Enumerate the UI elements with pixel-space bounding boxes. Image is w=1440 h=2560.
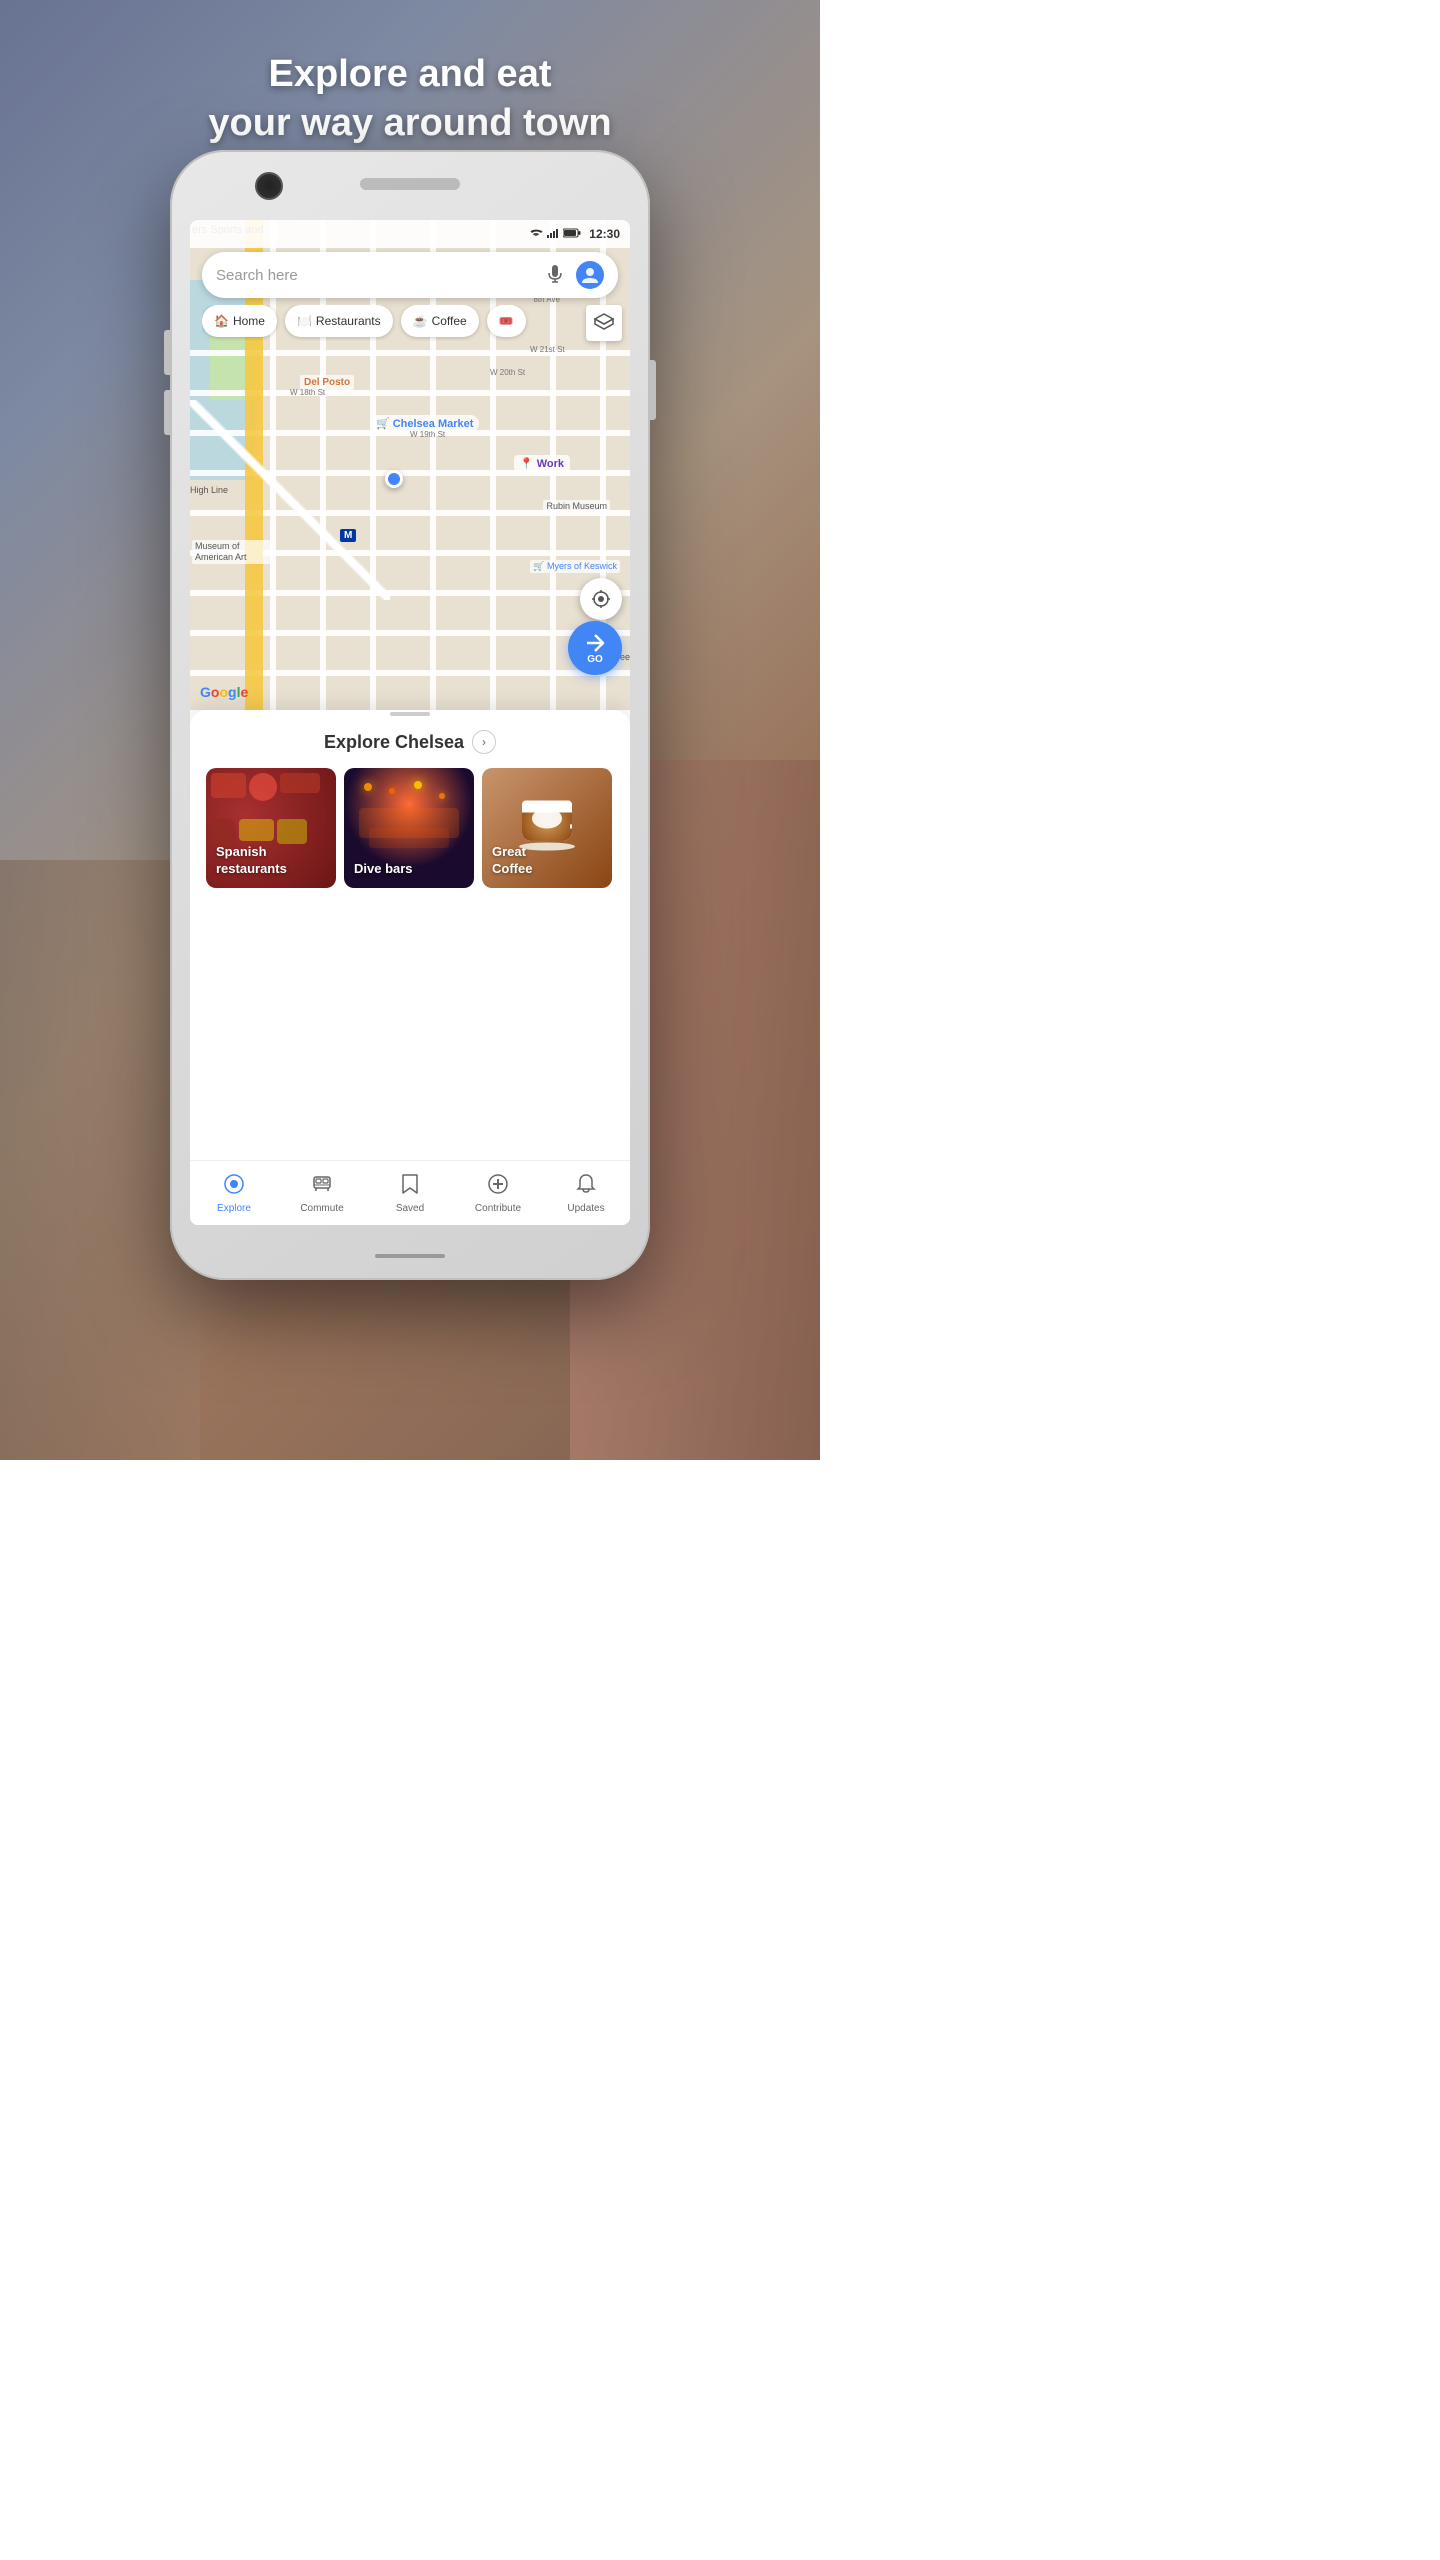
map-label-work: 📍 Work — [514, 455, 570, 472]
user-location-marker — [385, 470, 403, 488]
coffee-chip-label: Coffee — [432, 314, 467, 328]
user-avatar[interactable] — [576, 261, 604, 289]
chip-other[interactable]: 🎟️ — [487, 305, 526, 337]
nav-saved[interactable]: Saved — [366, 1173, 454, 1214]
my-location-button[interactable] — [580, 578, 622, 620]
nav-contribute[interactable]: Contribute — [454, 1173, 542, 1214]
saved-nav-icon — [400, 1173, 420, 1200]
map-label-w18: W 18th St — [290, 388, 325, 397]
phone-power — [650, 360, 656, 420]
phone-speaker — [360, 178, 460, 190]
map-label-myers: 🛒 Myers of Keswick — [530, 560, 620, 573]
search-bar[interactable]: Search here — [202, 252, 618, 298]
bottom-panel: Explore Chelsea › — [190, 710, 630, 1225]
explore-nav-label: Explore — [217, 1203, 251, 1214]
wifi-icon — [529, 228, 543, 241]
explore-header: Explore Chelsea › — [206, 730, 614, 754]
battery-icon — [563, 228, 581, 241]
saved-nav-label: Saved — [396, 1203, 424, 1214]
google-logo: Google — [200, 684, 248, 700]
hero-title-line1: Explore and eat — [269, 53, 552, 95]
updates-nav-icon — [576, 1173, 596, 1200]
map-label-rubin: Rubin Museum — [543, 500, 610, 512]
bottom-navigation: Explore — [190, 1160, 630, 1225]
phone-wrapper: Del Posto 🛒 Chelsea Market 📍 Work Rubin … — [170, 150, 650, 1280]
home-chip-label: Home — [233, 314, 265, 328]
nav-commute[interactable]: Commute — [278, 1173, 366, 1214]
nav-updates[interactable]: Updates — [542, 1173, 630, 1214]
phone-shell: Del Posto 🛒 Chelsea Market 📍 Work Rubin … — [170, 150, 650, 1280]
explore-title: Explore Chelsea — [324, 732, 464, 753]
other-chip-icon: 🎟️ — [499, 314, 514, 328]
explore-section: Explore Chelsea › — [190, 710, 630, 900]
search-placeholder: Search here — [216, 267, 544, 284]
map-label-w20: W 20th St — [490, 368, 525, 377]
status-icons: 12:30 — [529, 227, 620, 241]
chip-restaurants[interactable]: 🍽️ Restaurants — [285, 305, 393, 337]
chip-coffee[interactable]: ☕ Coffee — [401, 305, 479, 337]
map-label-w19: W 19th St — [410, 430, 445, 439]
commute-nav-label: Commute — [300, 1203, 343, 1214]
coffee-cup-image — [517, 801, 577, 851]
category-bar: 🏠 Home 🍽️ Restaurants ☕ Coffee 🎟️ — [202, 305, 590, 341]
restaurants-chip-icon: 🍽️ — [297, 314, 312, 328]
time-display: 12:30 — [589, 227, 620, 241]
home-chip-icon: 🏠 — [214, 314, 229, 328]
spanish-card-label: Spanish restaurants — [216, 844, 287, 878]
phone-camera — [255, 172, 283, 200]
commute-nav-icon — [311, 1173, 333, 1200]
go-button[interactable]: GO — [568, 621, 622, 675]
dive-bars-card[interactable]: Dive bars — [344, 768, 474, 888]
hero-title: Explore and eat your way around town — [0, 50, 820, 149]
map-label-highline: High Line — [190, 485, 228, 496]
restaurants-chip-label: Restaurants — [316, 314, 381, 328]
map-area: Del Posto 🛒 Chelsea Market 📍 Work Rubin … — [190, 220, 630, 710]
great-coffee-card[interactable]: Great Coffee — [482, 768, 612, 888]
hero-text: Explore and eat your way around town — [0, 50, 820, 149]
phone-home-indicator — [375, 1254, 445, 1258]
layers-button[interactable] — [586, 305, 622, 341]
phone-vol-up — [164, 330, 170, 375]
category-cards-row: Spanish restaurants — [206, 768, 614, 888]
map-label-w21: W 21st St — [530, 345, 565, 354]
dive-card-label: Dive bars — [354, 861, 413, 878]
explore-nav-icon — [223, 1173, 245, 1200]
map-label-museum: Museum of American Art — [192, 540, 272, 564]
coffee-card-label: Great Coffee — [492, 844, 532, 878]
hero-title-line2: your way around town — [208, 102, 611, 144]
contribute-nav-icon — [487, 1173, 509, 1200]
phone-vol-down — [164, 390, 170, 435]
spanish-restaurants-card[interactable]: Spanish restaurants — [206, 768, 336, 888]
explore-arrow-button[interactable]: › — [472, 730, 496, 754]
nav-explore[interactable]: Explore — [190, 1173, 278, 1214]
phone-screen: Del Posto 🛒 Chelsea Market 📍 Work Rubin … — [190, 220, 630, 1225]
bottom-sheet-handle[interactable] — [390, 712, 430, 716]
map-label-metro: M — [340, 530, 356, 541]
updates-nav-label: Updates — [567, 1203, 604, 1214]
coffee-chip-icon: ☕ — [413, 314, 428, 328]
signal-icon — [547, 228, 559, 241]
contribute-nav-label: Contribute — [475, 1203, 521, 1214]
status-bar: 12:30 — [190, 220, 630, 248]
microphone-icon[interactable] — [544, 264, 566, 286]
road-diagonal — [190, 400, 390, 600]
chevron-right-icon: › — [482, 735, 486, 749]
chip-home[interactable]: 🏠 Home — [202, 305, 277, 337]
